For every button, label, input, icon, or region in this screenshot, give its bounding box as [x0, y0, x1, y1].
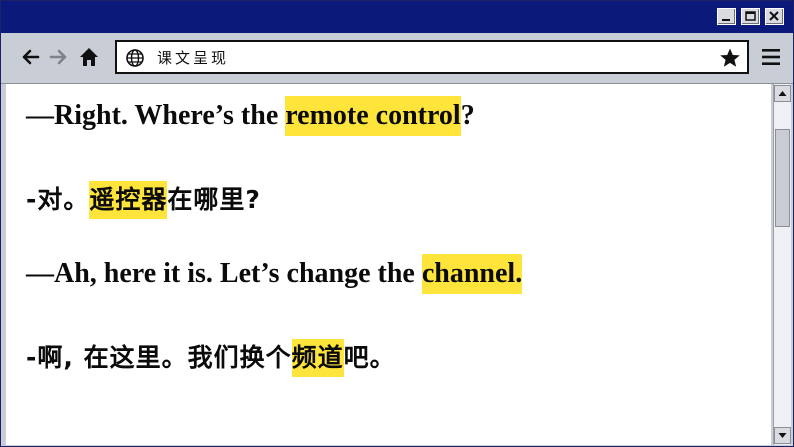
dialogue-text: 在哪里? — [167, 185, 261, 214]
dialogue-text: -啊, 在这里。我们换个 — [26, 343, 292, 372]
star-icon[interactable] — [719, 47, 741, 69]
scroll-up-button[interactable] — [774, 85, 791, 102]
scrollbar-thumb[interactable] — [775, 129, 790, 227]
vertical-scrollbar[interactable] — [773, 84, 791, 445]
highlighted-phrase: remote control — [285, 96, 461, 136]
page-content: —Right. Where’s the remote control? -对。遥… — [6, 84, 771, 445]
minimize-icon — [722, 19, 730, 21]
dialogue-text: —Right. Where’s the — [26, 100, 286, 131]
browser-window: 课文呈现 —Right. Where’s the remote control?… — [0, 0, 794, 447]
title-bar[interactable] — [1, 1, 793, 33]
dialogue-line-2: -对。遥控器在哪里? — [26, 180, 261, 219]
dialogue-line-4: -啊, 在这里。我们换个频道吧。 — [26, 338, 396, 377]
address-bar[interactable]: 课文呈现 — [115, 40, 749, 74]
dialogue-text: -对。 — [26, 185, 90, 214]
highlighted-phrase: channel. — [421, 254, 523, 294]
arrow-left-icon[interactable] — [19, 46, 41, 68]
close-icon — [769, 11, 779, 21]
globe-icon — [126, 49, 144, 67]
dialogue-line-1: —Right. Where’s the remote control? — [26, 96, 475, 136]
hamburger-menu-icon[interactable] — [760, 46, 782, 68]
triangle-up-icon — [778, 91, 787, 96]
scroll-down-button[interactable] — [774, 427, 791, 444]
dialogue-line-3: —Ah, here it is. Let’s change the channe… — [26, 254, 523, 294]
dialogue-text: 吧。 — [343, 343, 396, 372]
browser-toolbar: 课文呈现 — [1, 33, 793, 84]
highlighted-phrase: 频道 — [291, 339, 344, 377]
triangle-down-icon — [778, 433, 787, 438]
maximize-button[interactable] — [741, 8, 760, 25]
minimize-button[interactable] — [717, 8, 736, 25]
close-button[interactable] — [765, 8, 784, 25]
address-bar-text[interactable]: 课文呈现 — [157, 47, 229, 69]
maximize-icon — [745, 11, 756, 21]
dialogue-text: —Ah, here it is. Let’s change the — [26, 258, 422, 289]
arrow-right-icon[interactable] — [48, 46, 70, 68]
dialogue-text: ? — [460, 100, 475, 131]
highlighted-phrase: 遥控器 — [89, 181, 168, 219]
home-icon[interactable] — [78, 46, 100, 68]
